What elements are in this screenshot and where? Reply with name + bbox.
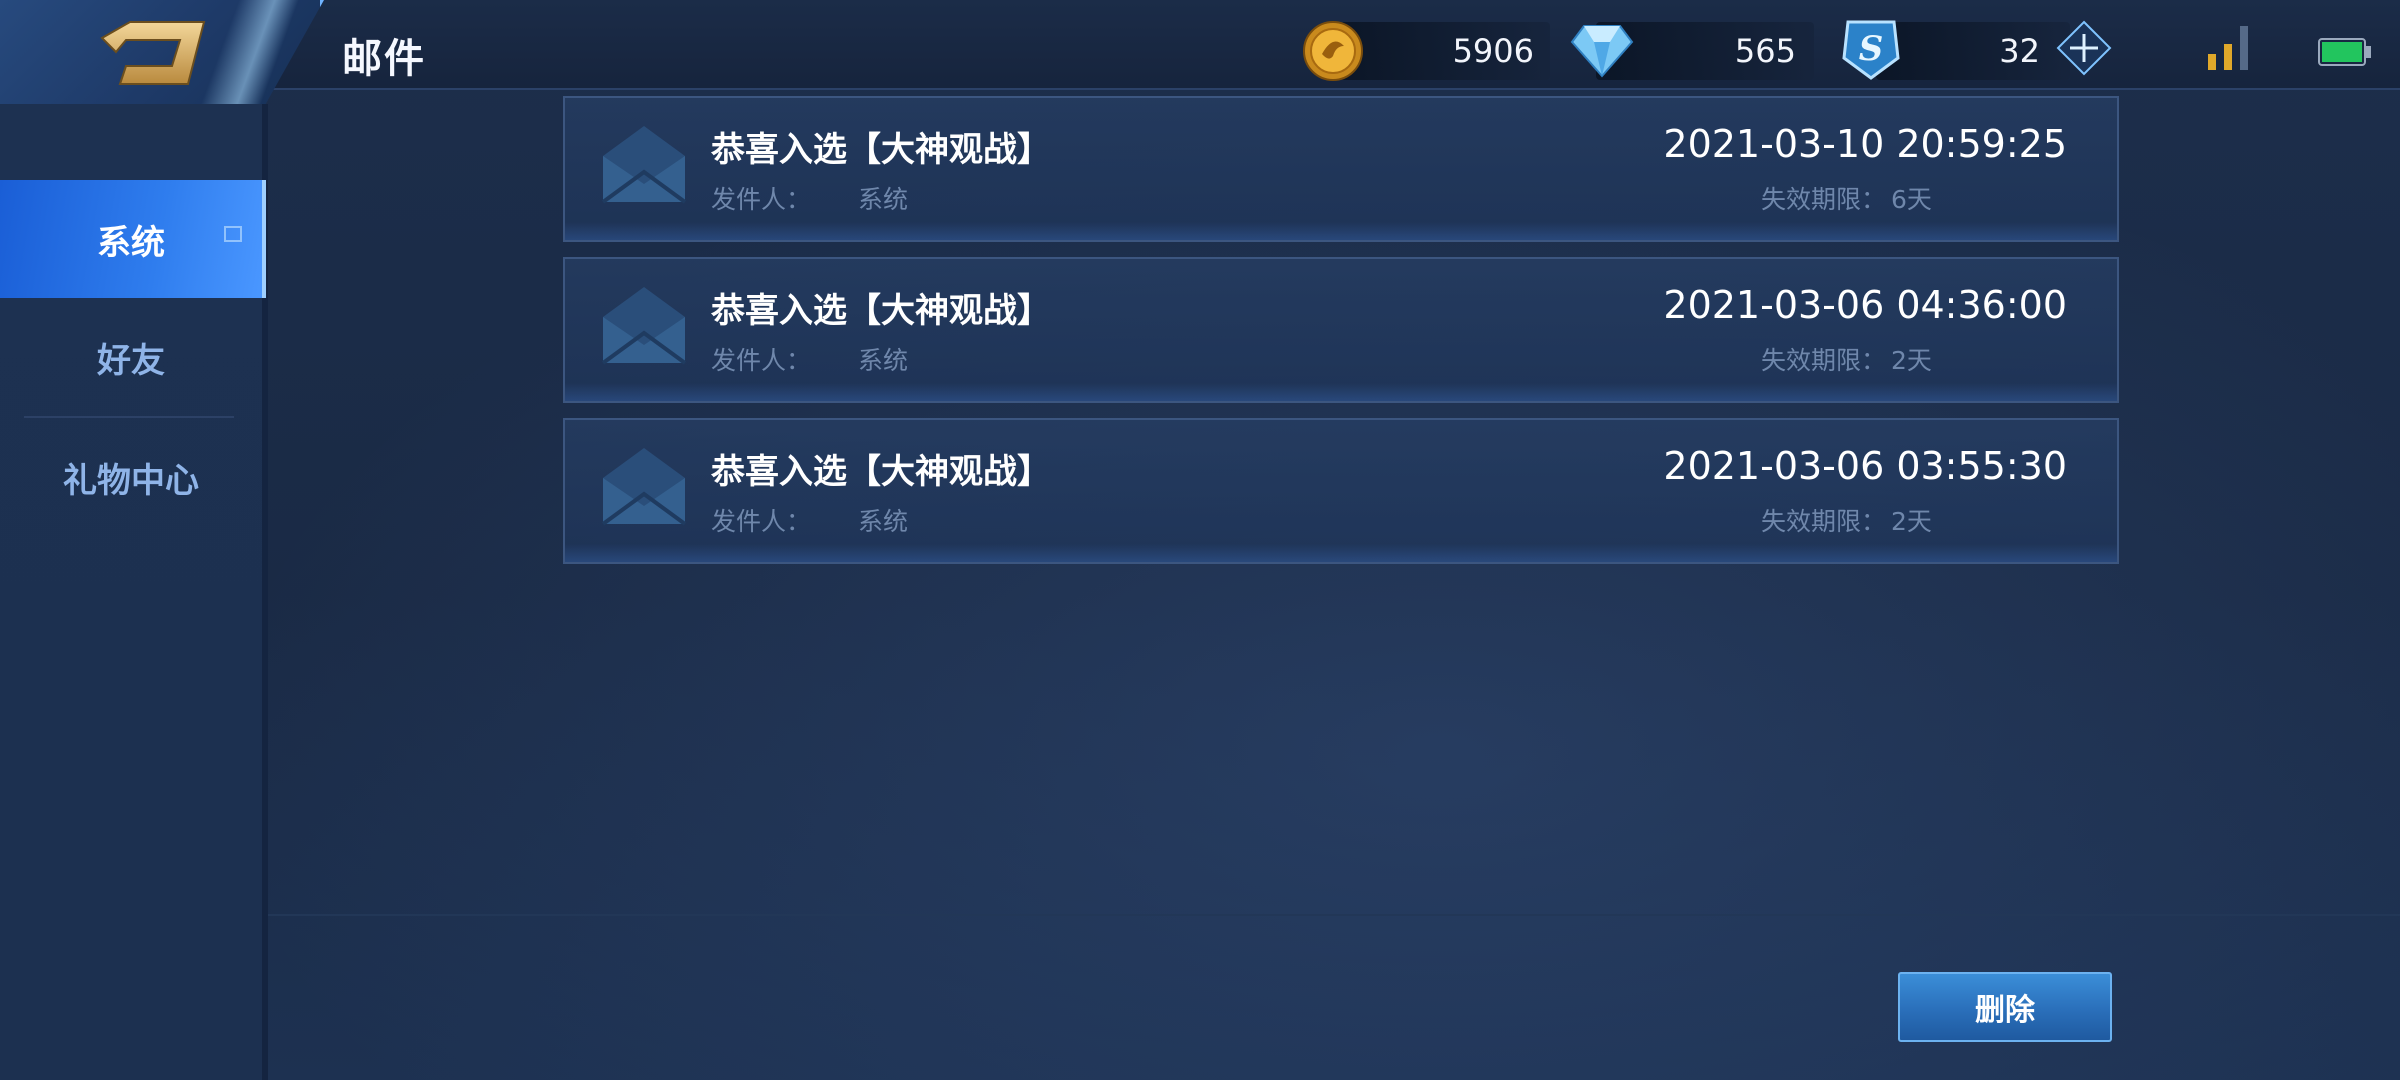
delete-button[interactable]: 删除 <box>1898 972 2112 1042</box>
gold-coin-icon <box>1303 21 1363 81</box>
mail-sender: 系统 <box>858 185 909 214</box>
mail-sender: 系统 <box>858 507 909 536</box>
sidebar-item-label: 礼物中心 <box>63 460 199 501</box>
sidebar-item-label: 好友 <box>97 340 165 381</box>
voucher-s-icon: S <box>1842 20 1900 80</box>
mail-expire-label: 失效期限： <box>1761 346 1887 375</box>
mail-title: 恭喜入选【大神观战】 <box>711 130 1051 170</box>
mail-expire: 2天 <box>1891 507 1932 536</box>
page-title: 邮件 <box>342 36 426 82</box>
mail-item[interactable]: 恭喜入选【大神观战】 发件人： 系统 2021-03-10 20:59:25 失… <box>563 96 2119 242</box>
sidebar-item-label: 系统 <box>97 222 165 263</box>
plus-icon[interactable] <box>2056 20 2112 76</box>
battery-icon <box>2318 38 2371 66</box>
mail-title: 恭喜入选【大神观战】 <box>711 452 1051 492</box>
mail-item[interactable]: 恭喜入选【大神观战】 发件人： 系统 2021-03-06 04:36:00 失… <box>563 257 2119 403</box>
mail-date: 2021-03-06 04:36:00 <box>1663 283 2067 327</box>
voucher-value: 32 <box>1999 32 2040 70</box>
mail-date: 2021-03-10 20:59:25 <box>1663 122 2067 166</box>
delete-button-label: 删除 <box>1975 993 2035 1028</box>
mail-sender-label: 发件人： <box>711 346 812 375</box>
mail-item[interactable]: 恭喜入选【大神观战】 发件人： 系统 2021-03-06 03:55:30 失… <box>563 418 2119 564</box>
mail-expire: 2天 <box>1891 346 1932 375</box>
gold-value: 5906 <box>1452 32 1534 70</box>
mail-sender-label: 发件人： <box>711 507 812 536</box>
envelope-icon <box>601 448 687 526</box>
diamond-value: 565 <box>1734 32 1796 70</box>
tab-mark-icon <box>224 226 242 242</box>
mail-title: 恭喜入选【大神观战】 <box>711 291 1051 331</box>
sidebar-item-friends[interactable]: 好友 <box>0 298 262 416</box>
mail-expire: 6天 <box>1891 185 1932 214</box>
signal-icon <box>2208 26 2248 70</box>
diamond-icon <box>1570 25 1634 78</box>
mail-sender: 系统 <box>858 346 909 375</box>
bottom-divider <box>268 914 2400 916</box>
svg-text:S: S <box>1859 29 1884 69</box>
envelope-icon <box>601 126 687 204</box>
envelope-icon <box>601 287 687 365</box>
mail-expire-label: 失效期限： <box>1761 507 1887 536</box>
sidebar-item-gift-center[interactable]: 礼物中心 <box>0 418 262 536</box>
mail-expire-label: 失效期限： <box>1761 185 1887 214</box>
mail-date: 2021-03-06 03:55:30 <box>1663 444 2067 488</box>
mail-sender-label: 发件人： <box>711 185 812 214</box>
sidebar-item-system[interactable]: 系统 <box>0 180 266 298</box>
back-arrow-icon <box>100 21 206 85</box>
sidebar: 系统 好友 礼物中心 <box>0 104 268 1080</box>
